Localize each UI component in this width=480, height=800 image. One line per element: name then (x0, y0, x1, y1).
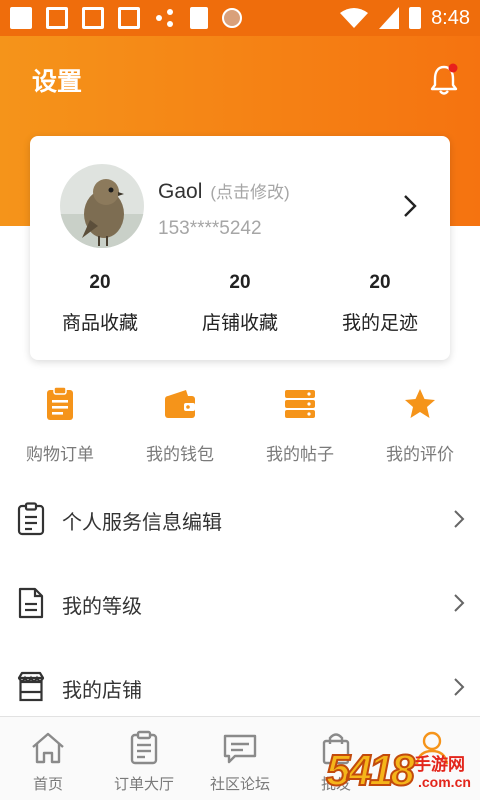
quick-my-wallet[interactable]: 我的钱包 (120, 386, 240, 465)
order-list-icon (125, 729, 163, 767)
clock: 8:48 (431, 6, 470, 29)
watermark-number: 5418 (325, 745, 416, 796)
watermark-text: 手游网 (414, 755, 465, 775)
menu-item-my-level[interactable]: 我的等级 (0, 562, 480, 646)
chevron-right-icon (452, 592, 466, 614)
bell-icon[interactable] (428, 62, 460, 96)
site-watermark: 5418 手游网 .com.cn (325, 742, 480, 800)
quick-label: 我的帖子 (266, 445, 334, 465)
app-notification-icon (222, 8, 242, 28)
tab-label: 社区论坛 (209, 775, 270, 793)
star-icon (402, 386, 438, 422)
quick-my-posts[interactable]: 我的帖子 (240, 386, 360, 465)
notification-icon (10, 7, 32, 29)
signal-icon (379, 7, 400, 29)
stat-label: 商品收藏 (61, 312, 138, 334)
tab-community[interactable]: 社区论坛 (192, 717, 288, 800)
stat-label: 我的足迹 (341, 312, 418, 334)
phone-number: 153****5242 (158, 218, 262, 239)
quick-label: 我的钱包 (146, 445, 214, 465)
menu-label: 我的等级 (62, 594, 142, 618)
quick-my-reviews[interactable]: 我的评价 (360, 386, 480, 465)
stat-value: 20 (229, 272, 251, 293)
menu-label: 我的店铺 (62, 678, 142, 702)
quick-label: 购物订单 (26, 445, 94, 465)
tab-home[interactable]: 首页 (0, 717, 96, 800)
chevron-right-icon (452, 676, 466, 698)
chat-icon (221, 729, 259, 767)
profile-card[interactable]: Gaol (点击修改) 153****5242 20 商品收藏 20 店铺收藏 2… (30, 136, 450, 360)
chevron-right-icon (452, 508, 466, 530)
unread-dot (448, 63, 458, 73)
stat-value: 20 (369, 272, 391, 293)
share-icon (154, 7, 176, 29)
quick-shopping-orders[interactable]: 购物订单 (0, 386, 120, 465)
stat-store-favorites[interactable]: 20 店铺收藏 (170, 272, 310, 335)
chevron-right-icon[interactable] (400, 192, 420, 220)
stat-product-favorites[interactable]: 20 商品收藏 (30, 272, 170, 335)
notification-icon (82, 7, 104, 29)
quick-actions: 购物订单 我的钱包 我的帖子 我的评价 (0, 386, 480, 465)
stat-label: 店铺收藏 (201, 312, 278, 334)
watermark-domain: .com.cn (418, 774, 471, 790)
menu-item-service-info-edit[interactable]: 个人服务信息编辑 (0, 478, 480, 562)
edit-hint[interactable]: (点击修改) (210, 183, 289, 202)
settings-menu: 个人服务信息编辑 我的等级 我的店铺 (0, 478, 480, 730)
status-bar: 8:48 (0, 0, 480, 36)
clipboard-outline-icon (16, 502, 46, 536)
notification-icon (46, 7, 68, 29)
sd-card-icon (190, 7, 208, 29)
stat-my-footprints[interactable]: 20 我的足迹 (310, 272, 450, 335)
username[interactable]: Gaol (点击修改) (158, 178, 290, 204)
avatar[interactable] (60, 164, 144, 248)
menu-label: 个人服务信息编辑 (62, 510, 222, 534)
battery-icon (409, 7, 422, 29)
tab-label: 订单大厅 (113, 775, 174, 793)
quick-label: 我的评价 (386, 445, 454, 465)
clipboard-icon (42, 386, 78, 422)
tab-order-hall[interactable]: 订单大厅 (96, 717, 192, 800)
home-icon (29, 729, 67, 767)
stat-value: 20 (89, 272, 111, 293)
document-icon (16, 586, 46, 620)
tab-label: 首页 (32, 775, 63, 793)
stack-icon (282, 386, 318, 422)
notification-icon (118, 7, 140, 29)
stats-row: 20 商品收藏 20 店铺收藏 20 我的足迹 (30, 272, 450, 335)
wallet-icon (162, 386, 198, 422)
store-icon (16, 670, 46, 704)
wifi-icon (340, 8, 369, 28)
page-title: 设置 (32, 67, 83, 96)
